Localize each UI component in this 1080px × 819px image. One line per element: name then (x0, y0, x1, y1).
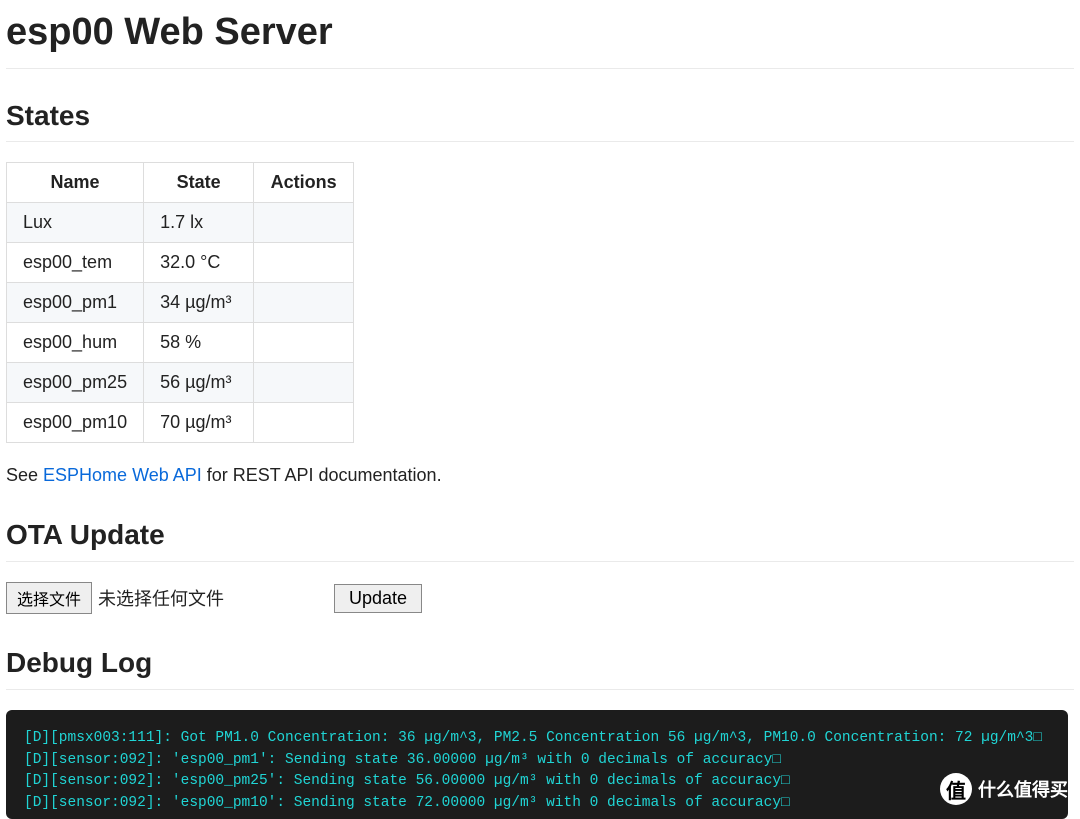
api-link[interactable]: ESPHome Web API (43, 465, 202, 485)
states-cell-actions (254, 203, 354, 243)
log-line: [D][sensor:092]: 'esp00_pm10': Sending s… (24, 793, 1050, 815)
states-cell-actions (254, 403, 354, 443)
states-cell-actions (254, 363, 354, 403)
states-header-actions: Actions (254, 163, 354, 203)
states-header-name: Name (7, 163, 144, 203)
log-line: [D][sensor:092]: 'esp00_pm1': Sending st… (24, 750, 1050, 772)
watermark: 值 什么值得买 (940, 773, 1068, 805)
api-note-suffix: for REST API documentation. (202, 465, 442, 485)
watermark-text: 什么值得买 (978, 776, 1068, 802)
states-cell-state: 34 µg/m³ (144, 283, 254, 323)
states-table: Name State Actions Lux1.7 lxesp00_tem32.… (6, 162, 354, 443)
ota-heading: OTA Update (6, 508, 1074, 562)
states-cell-actions (254, 323, 354, 363)
table-row: Lux1.7 lx (7, 203, 354, 243)
states-cell-state: 1.7 lx (144, 203, 254, 243)
debug-heading: Debug Log (6, 636, 1074, 690)
table-row: esp00_tem32.0 °C (7, 243, 354, 283)
table-row: esp00_pm134 µg/m³ (7, 283, 354, 323)
states-header-state: State (144, 163, 254, 203)
states-cell-state: 70 µg/m³ (144, 403, 254, 443)
states-cell-name: esp00_pm1 (7, 283, 144, 323)
ota-row: 选择文件 未选择任何文件 Update (6, 582, 1074, 614)
table-row: esp00_hum58 % (7, 323, 354, 363)
choose-file-button[interactable]: 选择文件 (6, 582, 92, 614)
states-cell-name: esp00_pm25 (7, 363, 144, 403)
watermark-badge-icon: 值 (940, 773, 972, 805)
update-button[interactable]: Update (334, 584, 422, 613)
states-cell-name: esp00_tem (7, 243, 144, 283)
log-line: [D][sensor:092]: 'esp00_pm25': Sending s… (24, 771, 1050, 793)
states-cell-name: esp00_pm10 (7, 403, 144, 443)
states-cell-name: Lux (7, 203, 144, 243)
states-cell-state: 58 % (144, 323, 254, 363)
table-row: esp00_pm2556 µg/m³ (7, 363, 354, 403)
states-cell-state: 32.0 °C (144, 243, 254, 283)
page-title: esp00 Web Server (6, 0, 1074, 69)
states-cell-actions (254, 283, 354, 323)
table-row: esp00_pm1070 µg/m³ (7, 403, 354, 443)
states-cell-name: esp00_hum (7, 323, 144, 363)
states-cell-actions (254, 243, 354, 283)
api-note: See ESPHome Web API for REST API documen… (6, 465, 1074, 486)
states-cell-state: 56 µg/m³ (144, 363, 254, 403)
api-note-prefix: See (6, 465, 43, 485)
debug-log: [D][pmsx003:111]: Got PM1.0 Concentratio… (6, 710, 1068, 819)
file-status: 未选择任何文件 (98, 585, 224, 611)
file-chooser: 选择文件 未选择任何文件 (6, 582, 224, 614)
log-line: [D][pmsx003:111]: Got PM1.0 Concentratio… (24, 728, 1050, 750)
states-heading: States (6, 89, 1074, 143)
